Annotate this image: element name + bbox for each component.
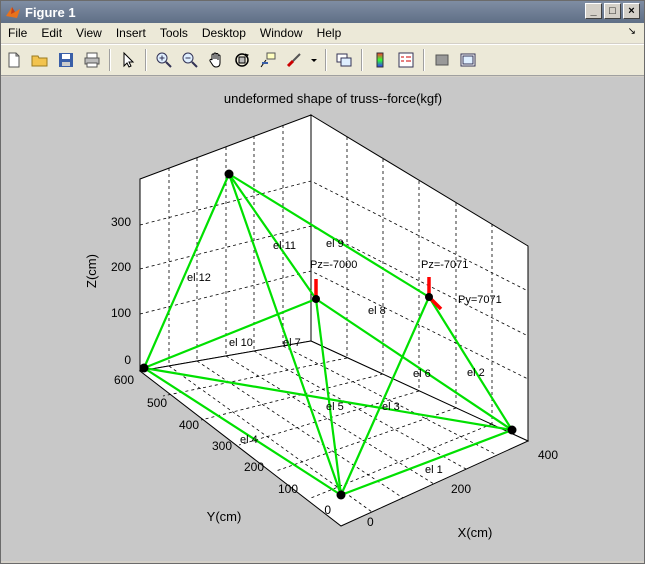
- save-icon[interactable]: [55, 49, 77, 71]
- maximize-button[interactable]: □: [604, 3, 621, 19]
- node: [425, 293, 433, 301]
- node: [224, 169, 234, 179]
- z-tick-label: 200: [111, 260, 131, 274]
- menu-file[interactable]: File: [1, 26, 34, 40]
- y-tick-label: 500: [147, 396, 167, 410]
- z-axis-ticks: 300 200 100 0: [111, 215, 131, 367]
- truss-plot[interactable]: undeformed shape of truss--force(kgf) 30…: [1, 77, 644, 561]
- new-file-icon[interactable]: [3, 49, 25, 71]
- menu-bar: File Edit View Insert Tools Desktop Wind…: [1, 23, 644, 43]
- brush-icon[interactable]: [283, 49, 305, 71]
- element-label: el 7: [283, 337, 301, 349]
- toolbar-separator: [361, 49, 363, 71]
- y-tick-label: 0: [324, 503, 331, 517]
- minimize-button[interactable]: _: [585, 3, 602, 19]
- node: [336, 490, 346, 500]
- node: [139, 363, 149, 373]
- z-tick-label: 0: [124, 353, 131, 367]
- print-icon[interactable]: [81, 49, 103, 71]
- y-tick-label: 300: [212, 439, 232, 453]
- y-axis-label: Y(cm): [207, 509, 242, 524]
- dropdown-arrow-icon[interactable]: [309, 49, 319, 71]
- open-folder-icon[interactable]: [29, 49, 51, 71]
- element-label: el 1: [425, 464, 443, 476]
- x-tick-label: 200: [451, 482, 471, 496]
- menu-window[interactable]: Window: [253, 26, 310, 40]
- menu-desktop[interactable]: Desktop: [195, 26, 253, 40]
- z-tick-label: 300: [111, 215, 131, 229]
- load-label: Py=7071: [458, 294, 502, 306]
- figure-canvas[interactable]: undeformed shape of truss--force(kgf) 30…: [1, 77, 644, 561]
- data-cursor-icon[interactable]: [257, 49, 279, 71]
- show-plot-tools-icon[interactable]: [457, 49, 479, 71]
- menu-edit[interactable]: Edit: [34, 26, 69, 40]
- toolbar-separator: [109, 49, 111, 71]
- menu-help[interactable]: Help: [310, 26, 349, 40]
- dock-arrow-icon[interactable]: ↘: [628, 26, 636, 37]
- pan-hand-icon[interactable]: [205, 49, 227, 71]
- element-label: el 9: [326, 238, 344, 250]
- hide-plot-tools-icon[interactable]: [431, 49, 453, 71]
- matlab-icon: [6, 7, 20, 18]
- node: [507, 425, 517, 435]
- y-tick-label: 100: [278, 482, 298, 496]
- window-title: Figure 1: [25, 4, 76, 20]
- rotate-3d-icon[interactable]: [231, 49, 253, 71]
- load-label: Pz=-7000: [310, 259, 357, 271]
- node: [312, 295, 320, 303]
- element-label: el 2: [467, 367, 485, 379]
- colorbar-icon[interactable]: [369, 49, 391, 71]
- x-tick-label: 0: [367, 515, 374, 529]
- toolbar-separator: [325, 49, 327, 71]
- zoom-out-icon[interactable]: [179, 49, 201, 71]
- menu-insert[interactable]: Insert: [109, 26, 153, 40]
- element-label: el 8: [368, 305, 386, 317]
- load-label: Pz=-7071: [421, 259, 468, 271]
- z-tick-label: 100: [111, 306, 131, 320]
- x-tick-label: 400: [538, 448, 558, 462]
- menu-view[interactable]: View: [69, 26, 109, 40]
- figure-toolbar: [1, 44, 644, 76]
- figure-window: Figure 1 _ □ × File Edit View Insert Too…: [0, 0, 645, 564]
- z-axis-label: Z(cm): [84, 254, 99, 288]
- zoom-in-icon[interactable]: [153, 49, 175, 71]
- element-label: el 6: [413, 368, 431, 380]
- menu-tools[interactable]: Tools: [153, 26, 195, 40]
- element-label: el 3: [382, 401, 400, 413]
- title-bar: Figure 1 _ □ ×: [1, 1, 644, 23]
- chart-title: undeformed shape of truss--force(kgf): [224, 91, 442, 106]
- legend-icon[interactable]: [395, 49, 417, 71]
- link-plot-icon[interactable]: [333, 49, 355, 71]
- y-tick-label: 200: [244, 460, 264, 474]
- element-label: el 10: [229, 337, 253, 349]
- element-label: el 4: [240, 434, 258, 446]
- toolbar-separator: [423, 49, 425, 71]
- element-label: el 11: [273, 240, 296, 252]
- x-axis-label: X(cm): [458, 525, 493, 540]
- close-button[interactable]: ×: [623, 3, 640, 19]
- element-label: el 5: [326, 401, 344, 413]
- y-tick-label: 400: [179, 418, 199, 432]
- element-label: el 12: [187, 272, 211, 284]
- pointer-icon[interactable]: [117, 49, 139, 71]
- toolbar-separator: [145, 49, 147, 71]
- y-tick-label: 600: [114, 373, 134, 387]
